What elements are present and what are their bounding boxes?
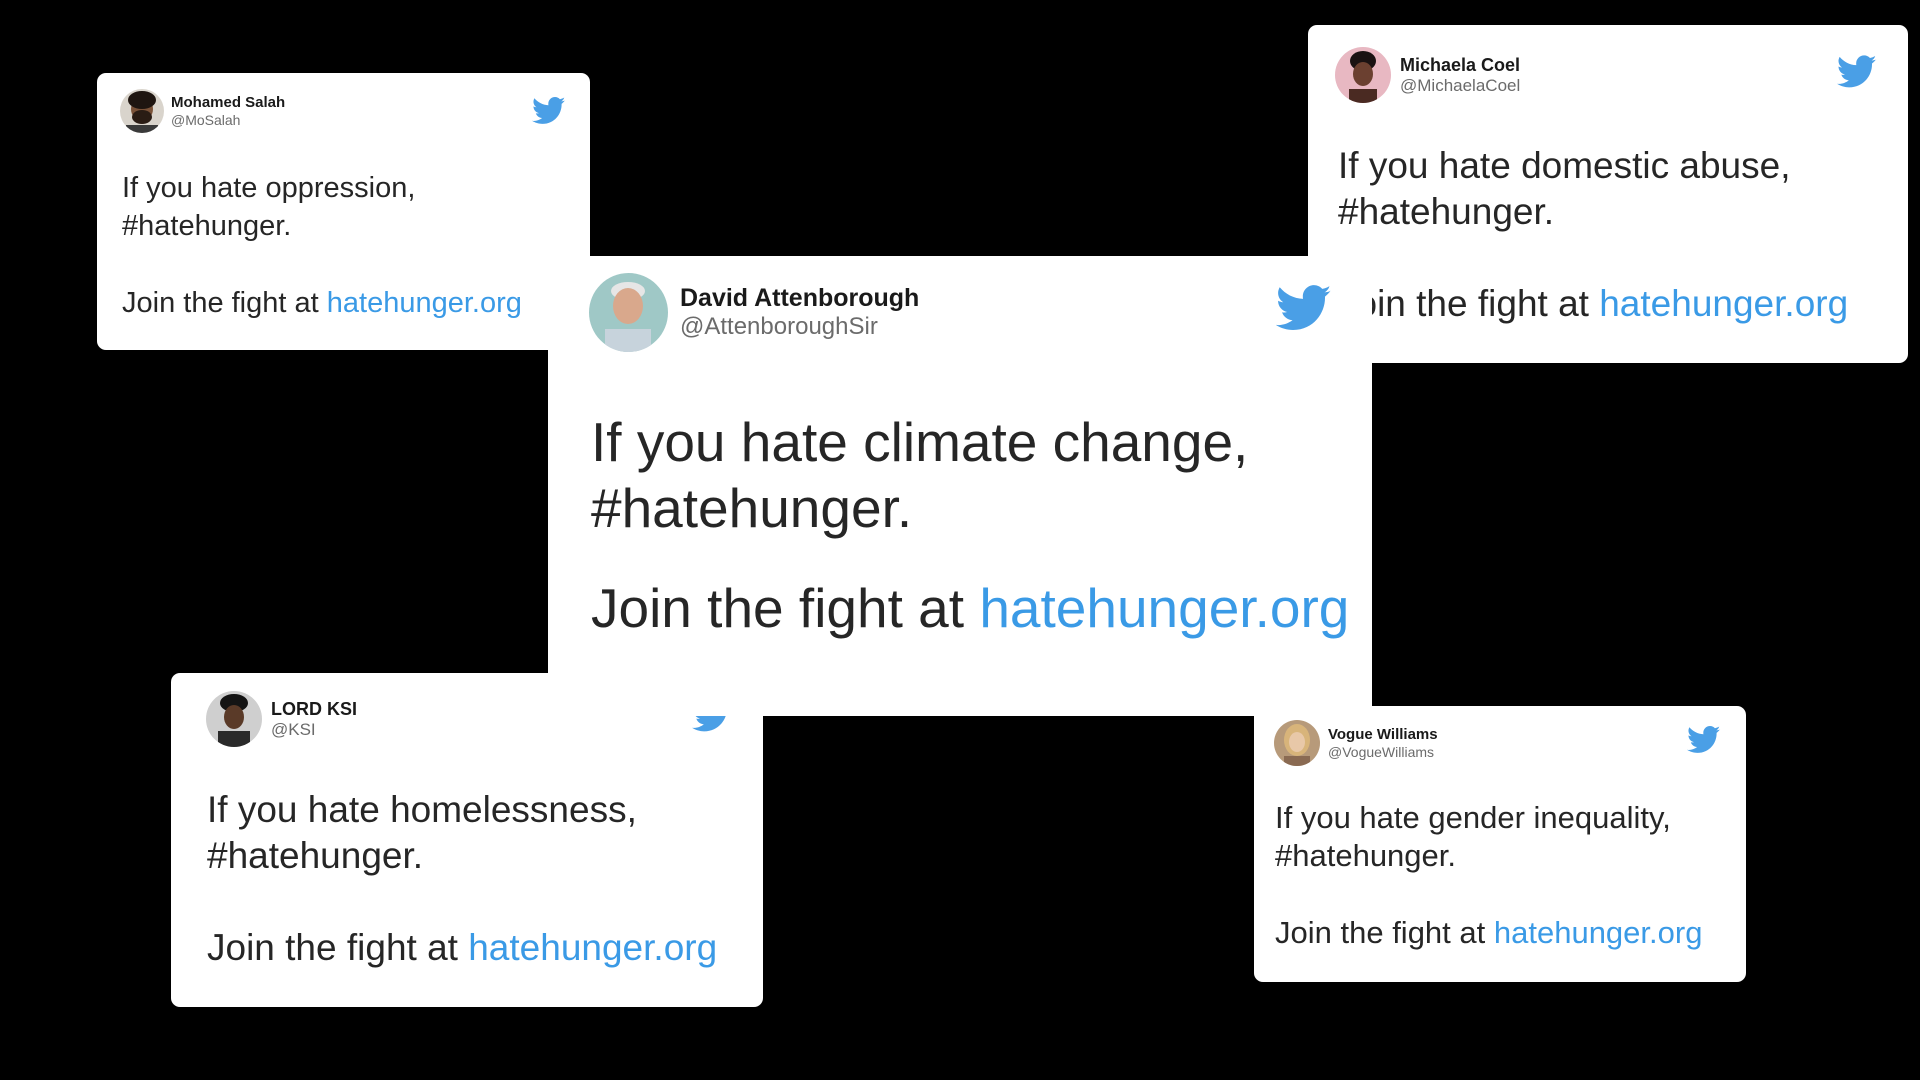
join-line: Join the fight at hatehunger.org — [207, 925, 717, 971]
tweet-card-mosalah: Mohamed Salah @MoSalah If you hate oppre… — [97, 73, 590, 350]
tweet-line: If you hate homelessness, — [207, 789, 637, 830]
twitter-bird-icon — [532, 97, 566, 125]
avatar-photo — [1274, 720, 1320, 766]
hatehunger-link[interactable]: hatehunger.org — [979, 577, 1349, 639]
name-block: David Attenborough @AttenboroughSir — [680, 284, 919, 340]
tweet-header: LORD KSI @KSI — [206, 691, 357, 747]
avatar-photo — [1335, 47, 1391, 103]
avatar-photo — [206, 691, 262, 747]
tweet-header: Mohamed Salah @MoSalah — [120, 89, 285, 133]
tweet-line: If you hate climate change, — [591, 411, 1249, 473]
twitter-bird-icon — [1687, 726, 1721, 754]
handle[interactable]: @VogueWilliams — [1328, 744, 1438, 760]
name-block: LORD KSI @KSI — [271, 699, 357, 739]
join-line: Join the fight at hatehunger.org — [122, 284, 522, 322]
handle[interactable]: @MichaelaCoel — [1400, 76, 1520, 96]
handle[interactable]: @MoSalah — [171, 112, 285, 128]
join-text: Join the fight at — [591, 577, 980, 639]
tweet-text: If you hate gender inequality, #hatehung… — [1275, 799, 1702, 952]
tweet-text: If you hate climate change, #hatehunger.… — [591, 409, 1349, 641]
avatar[interactable] — [1274, 720, 1320, 766]
hashtag-line: #hatehunger. — [1338, 191, 1555, 232]
tweet-text: If you hate homelessness, #hatehunger. J… — [207, 787, 717, 971]
tweet-text: If you hate oppression, #hatehunger. Joi… — [122, 169, 522, 322]
collage-stage: Mohamed Salah @MoSalah If you hate oppre… — [0, 0, 1920, 1080]
hatehunger-link[interactable]: hatehunger.org — [1599, 283, 1848, 324]
hatehunger-link[interactable]: hatehunger.org — [468, 927, 717, 968]
tweet-text: If you hate domestic abuse, #hatehunger.… — [1338, 143, 1848, 327]
handle[interactable]: @KSI — [271, 720, 357, 740]
join-line: Join the fight at hatehunger.org — [1275, 914, 1702, 952]
tweet-header: Vogue Williams @VogueWilliams — [1274, 720, 1438, 766]
avatar[interactable] — [120, 89, 164, 133]
tweet-line: If you hate gender inequality, — [1275, 800, 1671, 835]
join-text: Join the fight at — [207, 927, 469, 968]
name-block: Mohamed Salah @MoSalah — [171, 94, 285, 127]
tweet-header: David Attenborough @AttenboroughSir — [589, 273, 919, 352]
tweet-header: Michaela Coel @MichaelaCoel — [1335, 47, 1520, 103]
avatar[interactable] — [1335, 47, 1391, 103]
hatehunger-link[interactable]: hatehunger.org — [327, 287, 522, 319]
display-name[interactable]: Mohamed Salah — [171, 94, 285, 111]
tweet-line: If you hate oppression, — [122, 172, 416, 204]
twitter-bird-icon — [1276, 285, 1332, 332]
join-line: Join the fight at hatehunger.org — [1338, 281, 1848, 327]
display-name[interactable]: David Attenborough — [680, 284, 919, 313]
tweet-card-voguewilliams: Vogue Williams @VogueWilliams If you hat… — [1254, 706, 1746, 982]
display-name[interactable]: LORD KSI — [271, 699, 357, 720]
name-block: Michaela Coel @MichaelaCoel — [1400, 55, 1520, 95]
avatar[interactable] — [206, 691, 262, 747]
join-text: Join the fight at — [1338, 283, 1600, 324]
join-text: Join the fight at — [1275, 915, 1494, 950]
avatar[interactable] — [589, 273, 668, 352]
display-name[interactable]: Vogue Williams — [1328, 726, 1438, 743]
tweet-card-attenboroughsir: David Attenborough @AttenboroughSir If y… — [548, 256, 1372, 716]
hashtag-line: #hatehunger. — [207, 835, 424, 876]
join-line: Join the fight at hatehunger.org — [591, 575, 1349, 641]
display-name[interactable]: Michaela Coel — [1400, 55, 1520, 76]
join-text: Join the fight at — [122, 287, 327, 319]
hashtag-line: #hatehunger. — [122, 210, 292, 242]
tweet-card-michaelacoel: Michaela Coel @MichaelaCoel If you hate … — [1308, 25, 1908, 363]
tweet-line: If you hate domestic abuse, — [1338, 145, 1791, 186]
hashtag-line: #hatehunger. — [1275, 838, 1457, 873]
hashtag-line: #hatehunger. — [591, 477, 913, 539]
hatehunger-link[interactable]: hatehunger.org — [1494, 915, 1703, 950]
avatar-photo — [120, 89, 164, 133]
tweet-card-ksi: LORD KSI @KSI If you hate homelessness, … — [171, 673, 763, 1007]
twitter-bird-icon — [1837, 55, 1877, 89]
handle[interactable]: @AttenboroughSir — [680, 313, 919, 341]
avatar-photo — [589, 273, 668, 352]
name-block: Vogue Williams @VogueWilliams — [1328, 726, 1438, 759]
